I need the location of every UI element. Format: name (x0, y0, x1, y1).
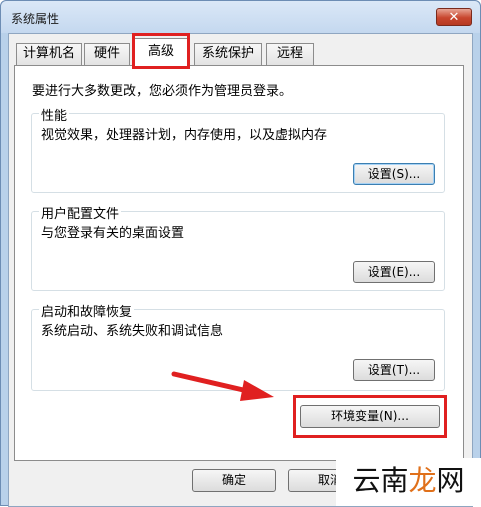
tab-remote[interactable]: 远程 (266, 43, 314, 65)
red-arrow-icon (171, 371, 274, 401)
user-profiles-settings-button[interactable]: 设置(E)... (353, 261, 435, 283)
env-button-highlight (293, 395, 447, 438)
advanced-tab-highlight (132, 33, 190, 69)
performance-group-title: 性能 (39, 105, 70, 124)
performance-group: 性能 视觉效果，处理器计划，内存使用，以及虚拟内存 设置(S)... (31, 105, 445, 193)
tab-system-protection[interactable]: 系统保护 (194, 43, 262, 65)
admin-notice: 要进行大多数更改，您必须作为管理员登录。 (32, 84, 293, 99)
tab-hardware[interactable]: 硬件 (84, 43, 130, 65)
user-profiles-group: 用户配置文件 与您登录有关的桌面设置 设置(E)... (31, 203, 445, 291)
user-profiles-group-title: 用户配置文件 (39, 203, 122, 222)
tab-computer-name[interactable]: 计算机名 (16, 43, 82, 65)
performance-description: 视觉效果，处理器计划，内存使用，以及虚拟内存 (41, 128, 328, 143)
startup-recovery-description: 系统启动、系统失败和调试信息 (41, 324, 224, 339)
startup-recovery-settings-button[interactable]: 设置(T)... (353, 359, 435, 381)
performance-settings-button[interactable]: 设置(S)... (353, 163, 435, 185)
ok-button[interactable]: 确定 (192, 469, 276, 492)
startup-recovery-group-title: 启动和故障恢复 (39, 301, 135, 320)
close-button[interactable]: ✕ (436, 8, 472, 26)
window-title: 系统属性 (11, 12, 60, 26)
watermark: 云南龙网 (336, 458, 481, 506)
user-profiles-description: 与您登录有关的桌面设置 (41, 226, 185, 241)
title-bar[interactable]: 系统属性 ✕ (1, 1, 480, 33)
